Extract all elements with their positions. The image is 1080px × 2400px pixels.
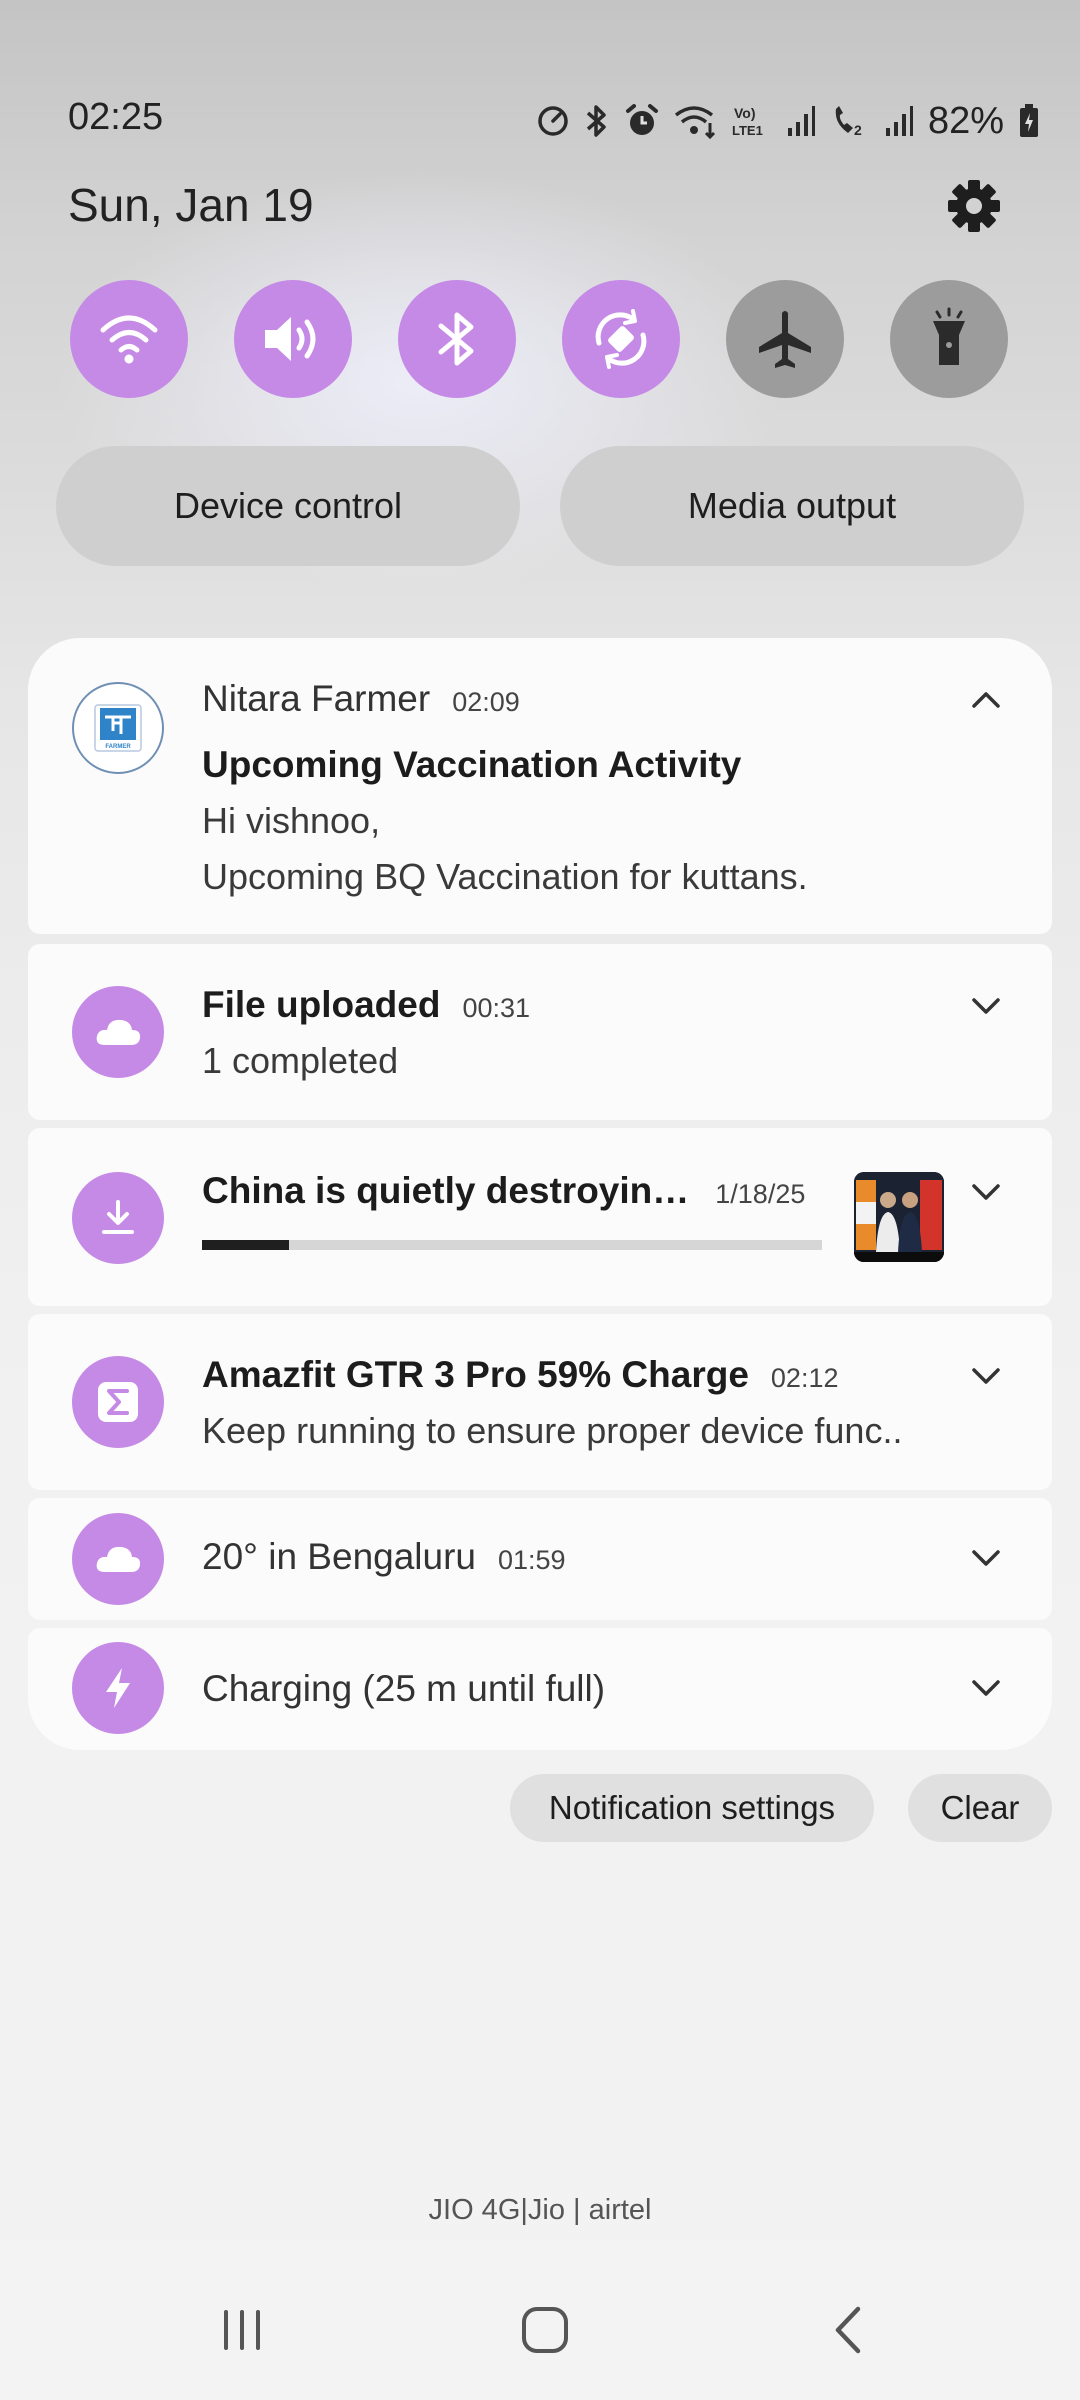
auto-rotate-icon xyxy=(595,309,647,369)
nitara-header: Nitara Farmer 02:09 xyxy=(202,678,520,720)
status-time: 02:25 xyxy=(68,96,164,138)
download-time: 1/18/25 xyxy=(715,1179,806,1209)
recents-icon xyxy=(224,2310,260,2350)
battery-charging-icon xyxy=(1020,104,1038,137)
signal-1-icon xyxy=(787,106,815,136)
weather-cloud-icon xyxy=(72,1513,164,1605)
download-header: China is quietly destroyin… 1/18/25 xyxy=(202,1170,805,1212)
svg-text:Vo): Vo) xyxy=(734,105,756,121)
amazfit-header: Amazfit GTR 3 Pro 59% Charge 02:12 xyxy=(202,1354,838,1396)
weather-time: 01:59 xyxy=(498,1545,566,1575)
amazfit-body: Keep running to ensure proper device fun… xyxy=(202,1410,903,1451)
nitara-line-1: Hi vishnoo, xyxy=(202,800,381,841)
download-title: China is quietly destroyin… xyxy=(202,1170,690,1211)
nitara-logo-text: FARMER xyxy=(105,744,131,750)
wifi-status-icon xyxy=(674,106,715,139)
airplane-icon xyxy=(759,311,811,368)
download-progress-track xyxy=(202,1240,822,1250)
nitara-title: Upcoming Vaccination Activity xyxy=(202,744,742,785)
status-icons: Vo) LTE1 2 82% xyxy=(536,96,1040,146)
airplane-toggle[interactable] xyxy=(726,280,844,398)
recent-apps-button[interactable] xyxy=(202,2298,282,2362)
volte-icon: Vo) LTE1 xyxy=(732,105,763,138)
expand-chevron-icon[interactable] xyxy=(966,1668,1006,1708)
download-progress-fill xyxy=(202,1240,289,1250)
device-control-button[interactable]: Device control xyxy=(56,446,520,566)
bluetooth-toggle[interactable] xyxy=(398,280,516,398)
nitara-time: 02:09 xyxy=(452,687,520,717)
download-icon xyxy=(72,1172,164,1264)
bluetooth-icon xyxy=(438,312,474,366)
cloud-icon xyxy=(72,986,164,1078)
amazfit-time: 02:12 xyxy=(770,1363,839,1393)
svg-text:2: 2 xyxy=(854,122,862,138)
auto-rotate-toggle[interactable] xyxy=(562,280,680,398)
date: Sun, Jan 19 xyxy=(68,179,314,231)
settings-icon[interactable] xyxy=(946,178,1002,234)
home-icon xyxy=(522,2307,568,2353)
video-thumbnail xyxy=(854,1172,944,1262)
back-icon xyxy=(835,2306,861,2354)
notification-charging[interactable]: Charging (25 m until full) xyxy=(28,1628,1052,1750)
upload-title: File uploaded xyxy=(202,984,441,1025)
wifi-toggle[interactable] xyxy=(70,280,188,398)
clear-button[interactable]: Clear xyxy=(908,1774,1052,1842)
flashlight-toggle[interactable] xyxy=(890,280,1008,398)
upload-body: 1 completed xyxy=(202,1040,399,1081)
signal-2-icon xyxy=(885,106,913,136)
wifi-icon xyxy=(100,315,158,364)
nitara-app-name: Nitara Farmer xyxy=(202,678,431,719)
svg-text:LTE1: LTE1 xyxy=(732,123,763,138)
notification-download[interactable]: China is quietly destroyin… 1/18/25 xyxy=(28,1128,1052,1306)
expand-chevron-icon[interactable] xyxy=(966,1538,1006,1578)
notification-amazfit[interactable]: Amazfit GTR 3 Pro 59% Charge 02:12 Keep r… xyxy=(28,1314,1052,1490)
weather-title: 20° in Bengaluru xyxy=(202,1536,476,1577)
charging-title: Charging (25 m until full) xyxy=(202,1668,606,1709)
carrier-label: JIO 4G|Jio | airtel xyxy=(428,2194,652,2226)
media-output-button[interactable]: Media output xyxy=(560,446,1024,566)
zepp-app-icon xyxy=(72,1356,164,1448)
flashlight-icon xyxy=(933,307,965,365)
weather-header: 20° in Bengaluru 01:59 xyxy=(202,1536,566,1578)
data-saver-icon xyxy=(538,106,568,136)
notification-file-uploaded[interactable]: File uploaded 00:31 1 completed xyxy=(28,944,1052,1120)
notification-weather[interactable]: 20° in Bengaluru 01:59 xyxy=(28,1498,1052,1620)
notification-nitara-farmer[interactable]: FARMER Nitara Farmer 02:09 Upcoming Vacci… xyxy=(28,638,1052,934)
upload-header: File uploaded 00:31 xyxy=(202,984,530,1026)
amazfit-title: Amazfit GTR 3 Pro 59% Charge xyxy=(202,1354,749,1395)
upload-time: 00:31 xyxy=(462,993,531,1023)
sound-toggle[interactable] xyxy=(234,280,352,398)
expand-chevron-icon[interactable] xyxy=(966,1172,1006,1212)
battery-percent: 82% xyxy=(927,99,1004,142)
charging-bolt-icon xyxy=(72,1642,164,1734)
home-button[interactable] xyxy=(505,2298,585,2362)
nitara-line-2: Upcoming BQ Vaccination for kuttans. xyxy=(202,856,808,897)
alarm-icon xyxy=(625,104,658,135)
wifi-calling-icon: 2 xyxy=(835,106,862,138)
expand-chevron-icon[interactable] xyxy=(966,986,1006,1026)
notification-settings-button[interactable]: Notification settings xyxy=(510,1774,874,1842)
sound-icon xyxy=(265,317,316,361)
collapse-chevron-icon[interactable] xyxy=(966,680,1006,720)
nitara-farmer-app-icon: FARMER xyxy=(72,682,164,774)
expand-chevron-icon[interactable] xyxy=(966,1356,1006,1396)
back-button[interactable] xyxy=(808,2298,888,2362)
bluetooth-status-icon xyxy=(586,105,606,137)
